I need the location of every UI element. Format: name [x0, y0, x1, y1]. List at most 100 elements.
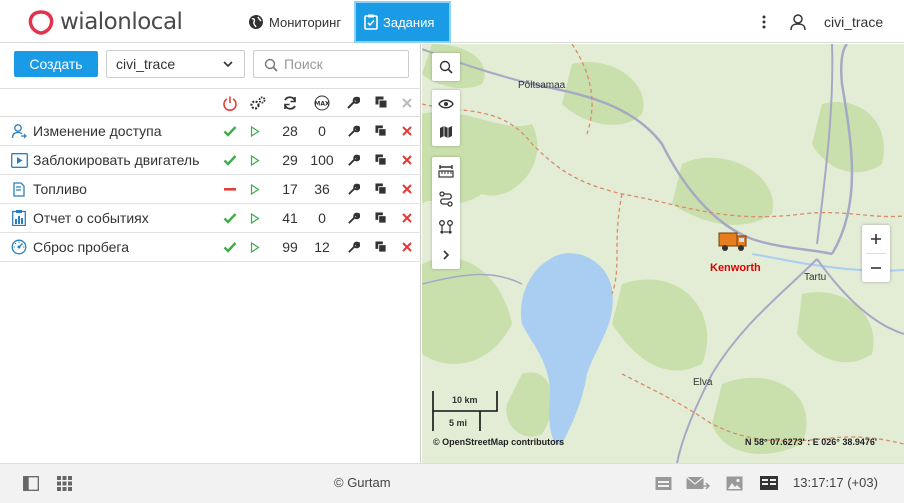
- exec-max: 0: [318, 210, 326, 226]
- svg-text:MAX: MAX: [314, 100, 330, 107]
- exec-count: 99: [282, 239, 298, 255]
- exec-count: 29: [282, 152, 298, 168]
- log-icon[interactable]: [760, 476, 778, 490]
- unit-select-value: civi_trace: [116, 56, 176, 72]
- messages-icon[interactable]: [686, 476, 710, 491]
- delete-icon[interactable]: [397, 117, 417, 145]
- minus-icon: [871, 267, 881, 269]
- edit-wrench-icon[interactable]: [343, 146, 363, 174]
- task-name[interactable]: Заблокировать двигатель: [33, 146, 199, 174]
- edit-wrench-icon[interactable]: [343, 233, 363, 261]
- map-view-tools: [432, 90, 460, 146]
- delete-icon[interactable]: [397, 204, 417, 232]
- task-name[interactable]: Сброс пробега: [33, 233, 129, 261]
- tab-monitoring[interactable]: Мониторинг: [240, 2, 349, 42]
- user-name[interactable]: civi_trace: [824, 14, 883, 30]
- panel-toggle-icon[interactable]: [23, 476, 39, 491]
- exec-count: 28: [282, 123, 298, 139]
- run-play-icon[interactable]: [245, 233, 265, 261]
- copy-header-icon[interactable]: [371, 89, 391, 116]
- zoom-out-button[interactable]: [862, 254, 890, 282]
- run-play-icon[interactable]: [245, 175, 265, 203]
- map-measure-tools: [432, 157, 460, 269]
- create-button[interactable]: Создать: [14, 51, 98, 77]
- copy-icon[interactable]: [371, 233, 391, 261]
- ruler-icon: [438, 165, 454, 178]
- run-play-icon[interactable]: [245, 117, 265, 145]
- enabled-check-icon[interactable]: [220, 233, 240, 261]
- gears-header-icon[interactable]: [248, 89, 268, 116]
- map-attribution[interactable]: © OpenStreetMap contributors: [433, 437, 564, 447]
- enabled-check-icon[interactable]: [220, 204, 240, 232]
- report-icon: [10, 204, 28, 232]
- copy-icon[interactable]: [371, 117, 391, 145]
- chevron-right-icon: [443, 250, 450, 260]
- delete-header-icon[interactable]: [397, 89, 417, 116]
- map-search-tool[interactable]: [432, 53, 460, 81]
- eye-button[interactable]: [432, 90, 460, 118]
- edit-wrench-icon[interactable]: [343, 175, 363, 203]
- copy-icon[interactable]: [371, 146, 391, 174]
- search-input[interactable]: [284, 55, 404, 73]
- delete-icon[interactable]: [397, 146, 417, 174]
- globe-icon: [249, 15, 263, 29]
- run-play-icon[interactable]: [245, 204, 265, 232]
- enabled-check-icon[interactable]: [220, 117, 240, 145]
- delete-icon[interactable]: [397, 233, 417, 261]
- disabled-dash-icon[interactable]: [220, 175, 240, 203]
- notifications-icon[interactable]: [655, 476, 672, 491]
- tab-tasks[interactable]: Задания: [354, 1, 451, 43]
- map-layers-button[interactable]: [432, 118, 460, 146]
- task-name[interactable]: Топливо: [33, 175, 87, 203]
- clipboard-check-icon: [364, 14, 378, 30]
- tasks-table: MAX Изменение доступа 28 0 Заблокировать дв…: [0, 88, 421, 262]
- unit-select[interactable]: civi_trace: [106, 50, 245, 78]
- table-row[interactable]: Отчет о событиях 41 0: [0, 204, 421, 233]
- mileage-reset-icon: [10, 233, 28, 261]
- edit-wrench-icon[interactable]: [343, 117, 363, 145]
- refresh-header-icon[interactable]: [276, 89, 304, 116]
- geofence-button[interactable]: [432, 213, 460, 241]
- logo-text: wialonlocal: [60, 9, 183, 35]
- ruler-button[interactable]: [432, 157, 460, 185]
- map-icon: [440, 126, 452, 138]
- exec-count: 17: [282, 181, 298, 197]
- edit-wrench-icon[interactable]: [343, 204, 363, 232]
- engine-block-icon: [10, 146, 28, 174]
- task-name[interactable]: Отчет о событиях: [33, 204, 149, 232]
- max-header-icon[interactable]: MAX: [306, 89, 338, 116]
- copy-icon[interactable]: [371, 175, 391, 203]
- enabled-check-icon[interactable]: [220, 146, 240, 174]
- place-poltsamaa: Põltsamaa: [518, 80, 566, 91]
- table-row[interactable]: Топливо 17 36: [0, 175, 421, 204]
- cursor-coordinates: N 58° 07.6273' : E 026° 38.9476': [745, 437, 878, 447]
- run-play-icon[interactable]: [245, 146, 265, 174]
- bottom-bar: © Gurtam 13:17:17 (+03): [0, 463, 904, 503]
- unit-label[interactable]: Kenworth: [710, 262, 761, 274]
- map-scale: 10 km 5 mi: [432, 391, 500, 433]
- wrench-header-icon[interactable]: [343, 89, 363, 116]
- image-icon[interactable]: [726, 476, 743, 491]
- table-row[interactable]: Изменение доступа 28 0: [0, 117, 421, 146]
- task-name[interactable]: Изменение доступа: [33, 117, 162, 145]
- map-search-button[interactable]: [432, 53, 460, 81]
- power-header-icon[interactable]: [220, 89, 240, 116]
- top-bar: wialonlocal Мониторинг Задания civi_trac…: [0, 0, 904, 43]
- user-icon[interactable]: [789, 13, 807, 31]
- search-box[interactable]: [253, 50, 409, 78]
- table-row[interactable]: Сброс пробега 99 12: [0, 233, 421, 262]
- expand-tools-button[interactable]: [432, 241, 460, 269]
- table-row[interactable]: Заблокировать двигатель 29 100: [0, 146, 421, 175]
- delete-icon[interactable]: [397, 175, 417, 203]
- exec-max: 100: [310, 152, 334, 168]
- grid-icon[interactable]: [57, 476, 72, 491]
- geofence-icon: [439, 220, 453, 234]
- exec-max: 12: [314, 239, 330, 255]
- zoom-in-button[interactable]: [862, 225, 890, 253]
- truck-unit-icon[interactable]: [717, 227, 749, 255]
- route-button[interactable]: [432, 185, 460, 213]
- copy-icon[interactable]: [371, 204, 391, 232]
- tab-monitoring-label: Мониторинг: [269, 14, 342, 30]
- tab-tasks-label: Задания: [383, 14, 435, 30]
- more-menu-icon[interactable]: [758, 13, 770, 31]
